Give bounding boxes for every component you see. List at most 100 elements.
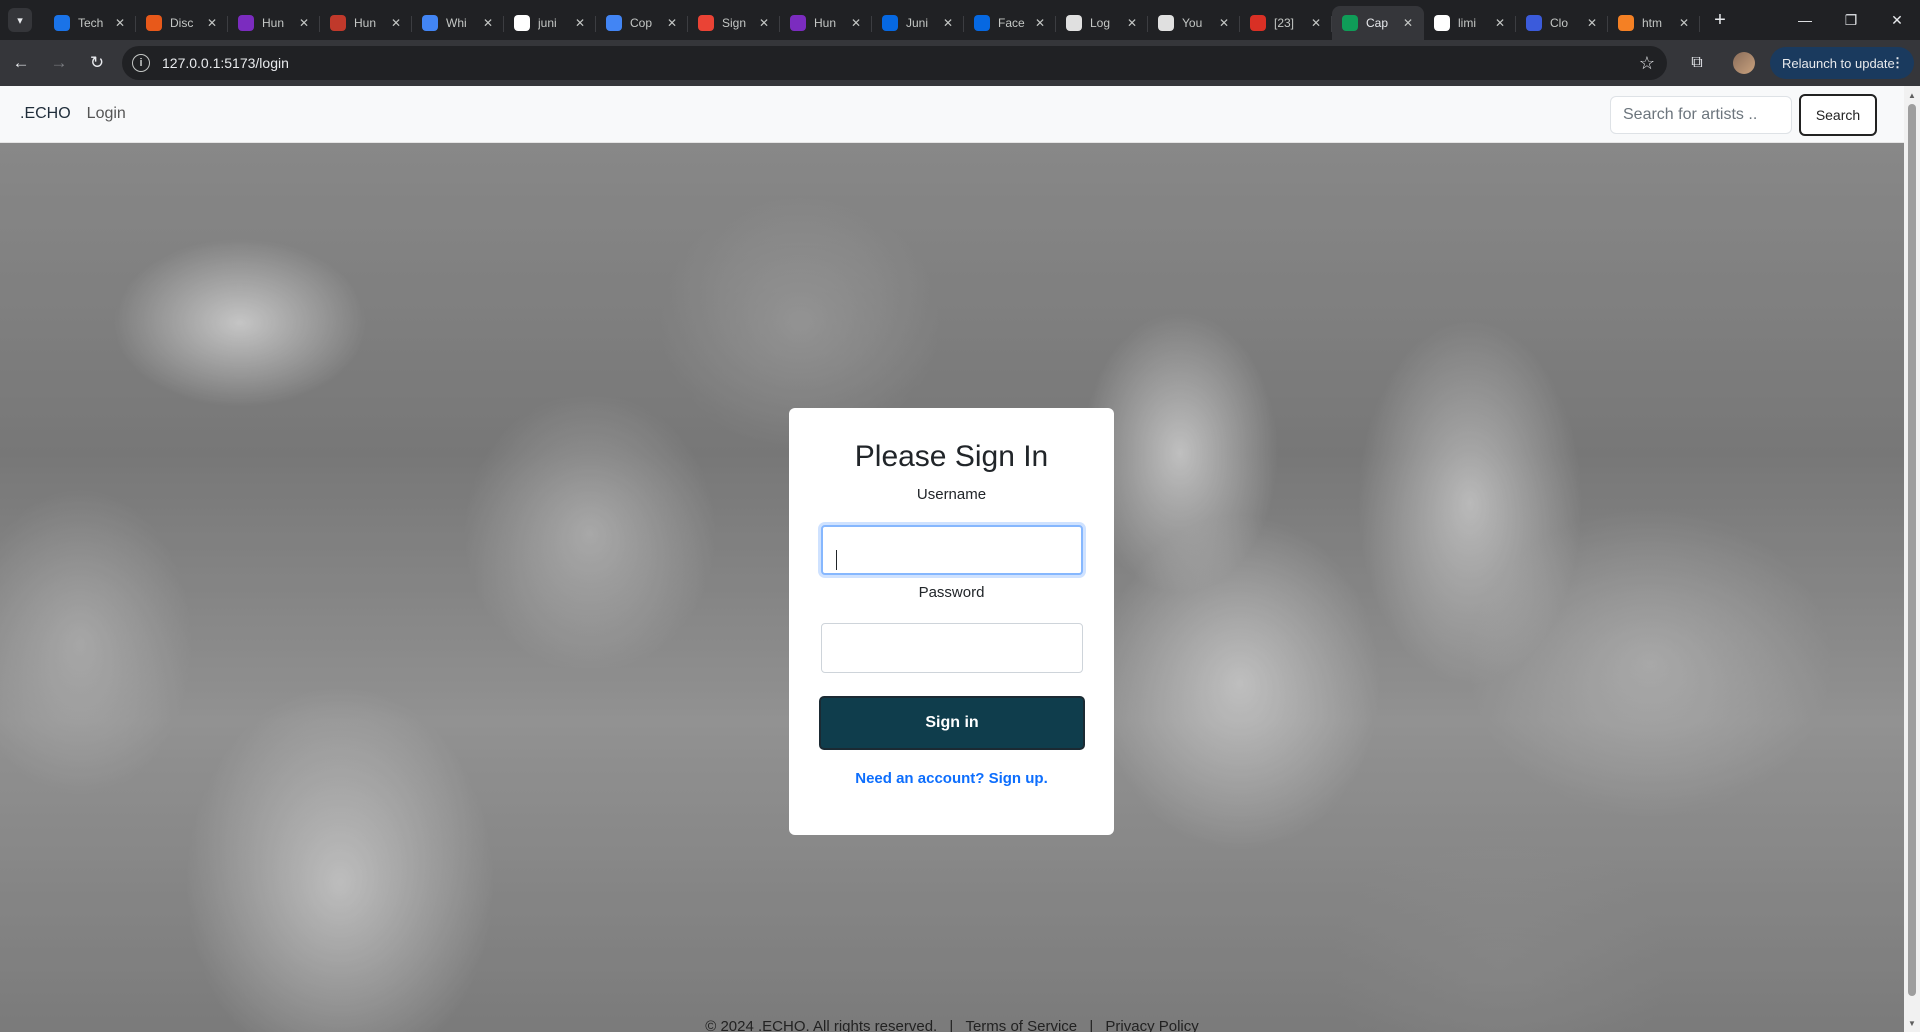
- docs-icon: [422, 15, 438, 31]
- page-scrollbar[interactable]: ▲ ▼: [1904, 86, 1920, 1032]
- footer-separator: |: [949, 1018, 954, 1032]
- back-arrow-icon[interactable]: ←: [4, 46, 38, 80]
- google-icon: [1434, 15, 1450, 31]
- tab-title: Clo: [1550, 16, 1569, 30]
- tab-close-icon[interactable]: ✕: [848, 15, 864, 31]
- tab-title: Hun: [814, 16, 837, 30]
- tab-title: limi: [1458, 16, 1476, 30]
- google-icon: [514, 15, 530, 31]
- tab-title: Cop: [630, 16, 653, 30]
- password-field[interactable]: [821, 623, 1083, 673]
- new-tab-plus-icon[interactable]: +: [1706, 6, 1734, 34]
- hunter-icon: [238, 15, 254, 31]
- tab-close-icon[interactable]: ✕: [1400, 15, 1416, 31]
- signup-link[interactable]: Need an account? Sign up.: [789, 770, 1114, 787]
- artist-search-input[interactable]: [1610, 96, 1792, 134]
- text-caret: [836, 550, 837, 570]
- concert-crowd-background-image: Please Sign In Username Password Sign in…: [0, 143, 1904, 1032]
- tab-title: Tech: [78, 16, 104, 30]
- tab-close-icon[interactable]: ✕: [1584, 15, 1600, 31]
- browser-tab[interactable]: Hun ✕: [780, 6, 872, 40]
- docs-icon: [606, 15, 622, 31]
- browser-tab[interactable]: Cop ✕: [596, 6, 688, 40]
- browser-tab[interactable]: You ✕: [1148, 6, 1240, 40]
- reload-icon[interactable]: ↻: [80, 46, 114, 80]
- tab-close-icon[interactable]: ✕: [940, 15, 956, 31]
- tab-title: Log: [1090, 16, 1111, 30]
- search-button[interactable]: Search: [1799, 94, 1877, 136]
- tab-close-icon[interactable]: ✕: [572, 15, 588, 31]
- page-footer: © 2024 .ECHO. All rights reserved. | Ter…: [0, 1018, 1904, 1032]
- meta-icon: [882, 15, 898, 31]
- scroll-down-arrow-icon[interactable]: ▼: [1907, 1018, 1917, 1028]
- browser-tab[interactable]: htm ✕: [1608, 6, 1700, 40]
- tab-close-icon[interactable]: ✕: [1308, 15, 1324, 31]
- extensions-puzzle-icon[interactable]: ⧉: [1682, 48, 1712, 78]
- browser-tab[interactable]: Log ✕: [1056, 6, 1148, 40]
- tab-close-icon[interactable]: ✕: [296, 15, 312, 31]
- footer-terms-link[interactable]: Terms of Service: [965, 1018, 1077, 1032]
- tab-title: Cap: [1366, 16, 1389, 30]
- globe-icon: [1158, 15, 1174, 31]
- globe-icon: [54, 15, 70, 31]
- site-info-icon[interactable]: i: [132, 54, 150, 72]
- address-url[interactable]: 127.0.0.1:5173/login: [162, 55, 289, 71]
- cloud-icon: [1526, 15, 1542, 31]
- brand-logo[interactable]: .ECHO: [20, 105, 71, 123]
- address-bar[interactable]: i 127.0.0.1:5173/login ☆: [122, 46, 1667, 80]
- tab-close-icon[interactable]: ✕: [756, 15, 772, 31]
- tab-close-icon[interactable]: ✕: [1124, 15, 1140, 31]
- gmail-icon: [698, 15, 714, 31]
- browser-tab[interactable]: Face ✕: [964, 6, 1056, 40]
- v-icon: [1342, 15, 1358, 31]
- bookmark-star-icon[interactable]: ☆: [1639, 53, 1655, 74]
- forward-arrow-icon[interactable]: →: [42, 46, 76, 80]
- scroll-up-arrow-icon[interactable]: ▲: [1907, 90, 1917, 100]
- close-window-icon[interactable]: ✕: [1874, 0, 1920, 40]
- browser-tab[interactable]: Sign ✕: [688, 6, 780, 40]
- nav-login-link[interactable]: Login: [87, 105, 126, 123]
- sign-in-button[interactable]: Sign in: [819, 696, 1085, 750]
- window-controls: — ❐ ✕: [1782, 0, 1920, 40]
- browser-tab[interactable]: limi ✕: [1424, 6, 1516, 40]
- tab-search-chevron-icon[interactable]: ▾: [8, 8, 32, 32]
- minimize-icon[interactable]: —: [1782, 0, 1828, 40]
- more-options-icon[interactable]: ⋮: [1891, 55, 1904, 71]
- browser-tab[interactable]: juni ✕: [504, 6, 596, 40]
- scrollbar-thumb[interactable]: [1908, 104, 1916, 996]
- page-title: Please Sign In: [854, 440, 1049, 473]
- footer-privacy-link[interactable]: Privacy Policy: [1105, 1018, 1198, 1032]
- globe-icon: [1066, 15, 1082, 31]
- browser-tab[interactable]: Hun ✕: [320, 6, 412, 40]
- username-field[interactable]: [821, 525, 1083, 575]
- tab-title: Face: [998, 16, 1025, 30]
- tab-close-icon[interactable]: ✕: [1216, 15, 1232, 31]
- tab-title: Juni: [906, 16, 929, 30]
- tab-close-icon[interactable]: ✕: [388, 15, 404, 31]
- hunter-icon: [330, 15, 346, 31]
- tab-close-icon[interactable]: ✕: [480, 15, 496, 31]
- browser-tab[interactable]: Clo ✕: [1516, 6, 1608, 40]
- tab-title: Hun: [262, 16, 285, 30]
- browser-tab[interactable]: Tech ✕: [44, 6, 136, 40]
- footer-separator: |: [1089, 1018, 1094, 1032]
- tab-close-icon[interactable]: ✕: [1032, 15, 1048, 31]
- browser-tab[interactable]: Juni ✕: [872, 6, 964, 40]
- tab-title: [23]: [1274, 16, 1295, 30]
- browser-tab[interactable]: Hun ✕: [228, 6, 320, 40]
- browser-tab[interactable]: Cap ✕: [1332, 6, 1424, 40]
- restore-icon[interactable]: ❐: [1828, 0, 1874, 40]
- password-label: Password: [918, 584, 985, 601]
- meta-icon: [974, 15, 990, 31]
- tab-close-icon[interactable]: ✕: [1676, 15, 1692, 31]
- browser-tab[interactable]: Disc ✕: [136, 6, 228, 40]
- browser-tab[interactable]: [23] ✕: [1240, 6, 1332, 40]
- tab-close-icon[interactable]: ✕: [112, 15, 128, 31]
- tab-close-icon[interactable]: ✕: [664, 15, 680, 31]
- username-label: Username: [916, 486, 987, 503]
- tab-close-icon[interactable]: ✕: [204, 15, 220, 31]
- relaunch-button[interactable]: Relaunch to update ⋮: [1770, 47, 1914, 79]
- profile-avatar[interactable]: [1733, 52, 1755, 74]
- browser-tab[interactable]: Whi ✕: [412, 6, 504, 40]
- tab-close-icon[interactable]: ✕: [1492, 15, 1508, 31]
